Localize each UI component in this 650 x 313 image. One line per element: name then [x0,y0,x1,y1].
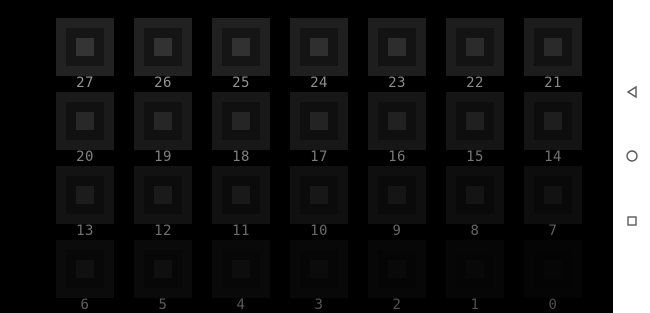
tile-number-label: 23 [388,75,406,91]
calibration-tile [134,166,192,224]
tile-core [76,38,94,56]
tile-core [466,38,484,56]
tile-number-label: 21 [544,75,562,91]
tile-core [388,260,406,278]
tile-core [76,186,94,204]
calibration-tile [56,166,114,224]
tile-core [154,38,172,56]
triangle-left-icon [626,85,637,99]
tile-core [154,112,172,130]
tile-number-label: 6 [80,297,90,313]
calibration-tile [56,240,114,298]
tile-number-label: 2 [392,297,402,313]
home-button[interactable] [613,141,650,171]
tile-core [544,112,562,130]
calibration-tile [134,92,192,150]
calibration-tile [212,166,270,224]
calibration-tile [212,92,270,150]
calibration-tile [212,18,270,76]
tile-number-label: 15 [466,149,484,165]
tile-core [544,38,562,56]
tile-number-label: 7 [548,223,558,239]
calibration-tile [368,166,426,224]
calibration-tile [446,92,504,150]
tile-core [232,112,250,130]
recents-button[interactable] [613,206,650,236]
tile-number-label: 12 [154,223,172,239]
tile-core [544,186,562,204]
calibration-tile [368,18,426,76]
tile-number-label: 0 [548,297,558,313]
tile-number-label: 18 [232,149,250,165]
tile-core [466,186,484,204]
tile-core [154,186,172,204]
tile-core [76,260,94,278]
tile-core [388,38,406,56]
calibration-tile [524,18,582,76]
tile-number-label: 26 [154,75,172,91]
tile-core [466,260,484,278]
tile-core [466,112,484,130]
calibration-tile [368,92,426,150]
tile-number-label: 8 [470,223,480,239]
tile-core [232,186,250,204]
circle-icon [625,150,638,162]
tile-number-label: 19 [154,149,172,165]
tile-number-label: 1 [470,297,480,313]
calibration-tile [56,92,114,150]
calibration-tile [134,240,192,298]
tile-core [232,260,250,278]
calibration-tile [212,240,270,298]
tile-number-label: 3 [314,297,324,313]
tile-number-label: 25 [232,75,250,91]
tile-number-label: 20 [76,149,94,165]
tile-core [388,112,406,130]
tile-core [76,112,94,130]
calibration-tile [134,18,192,76]
tile-core [310,112,328,130]
tile-core [310,186,328,204]
back-button[interactable] [613,77,650,107]
tile-core [310,260,328,278]
tile-number-label: 16 [388,149,406,165]
calibration-tile [290,92,348,150]
tile-number-label: 24 [310,75,328,91]
calibration-tile [56,18,114,76]
calibration-tile [446,240,504,298]
tile-core [310,38,328,56]
tile-number-label: 10 [310,223,328,239]
calibration-tile [446,166,504,224]
tile-number-label: 14 [544,149,562,165]
tile-number-label: 5 [158,297,168,313]
tile-core [544,260,562,278]
calibration-tile [368,240,426,298]
calibration-tile [290,18,348,76]
navigation-bar [613,0,650,313]
calibration-tile [524,92,582,150]
tile-number-label: 9 [392,223,402,239]
calibration-tile [524,166,582,224]
calibration-tile [290,166,348,224]
tile-number-label: 4 [236,297,246,313]
calibration-tile [290,240,348,298]
tile-number-label: 27 [76,75,94,91]
square-icon [626,216,637,226]
calibration-grid: 27 26 25 24 23 22 21 20 19 18 17 16 15 14 13 12 11 10 9 8 7 6… [0,0,613,313]
tile-core [154,260,172,278]
calibration-tile [524,240,582,298]
tile-core [232,38,250,56]
tile-number-label: 17 [310,149,328,165]
tile-number-label: 22 [466,75,484,91]
calibration-tile [446,18,504,76]
tile-number-label: 13 [76,223,94,239]
tile-number-label: 11 [232,223,250,239]
tile-core [388,186,406,204]
